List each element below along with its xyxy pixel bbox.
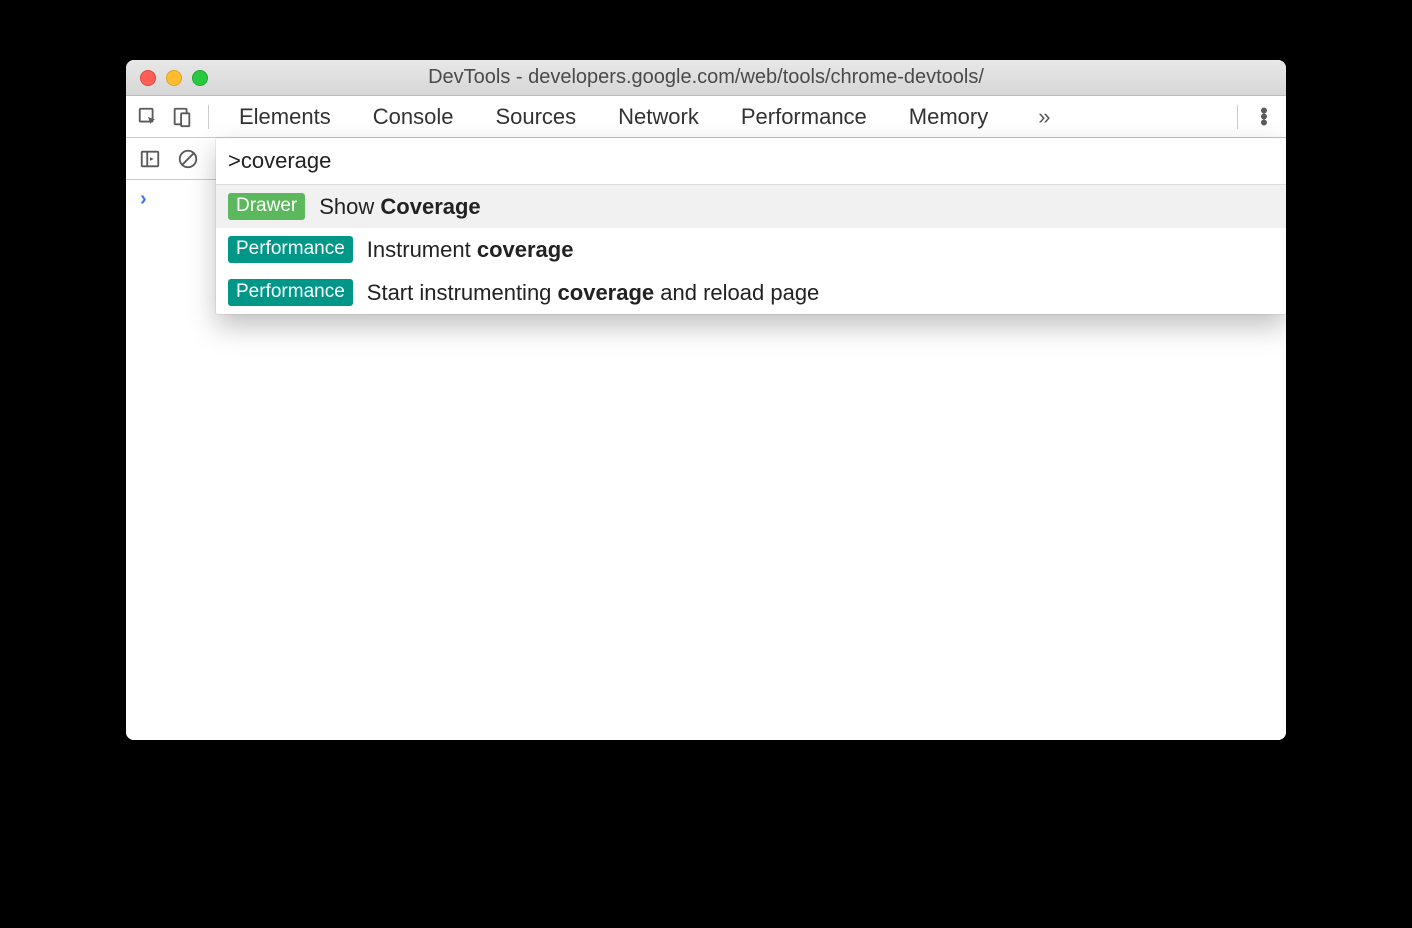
tab-performance[interactable]: Performance (741, 104, 867, 130)
command-result-item[interactable]: Performance Start instrumenting coverage… (216, 271, 1286, 314)
command-menu: >coverage Drawer Show Coverage Performan… (216, 138, 1286, 314)
tab-memory[interactable]: Memory (909, 104, 988, 130)
more-options-button[interactable]: ••• (1250, 108, 1278, 126)
maximize-window-button[interactable] (192, 70, 208, 86)
device-toggle-icon[interactable] (168, 103, 196, 131)
console-prompt-caret[interactable]: › (140, 188, 147, 210)
result-text: Show Coverage (319, 194, 480, 220)
result-category-badge: Drawer (228, 193, 305, 220)
result-category-badge: Performance (228, 236, 353, 263)
minimize-window-button[interactable] (166, 70, 182, 86)
result-text: Start instrumenting coverage and reload … (367, 280, 820, 306)
toolbar-separator (208, 105, 209, 129)
close-window-button[interactable] (140, 70, 156, 86)
window-title: DevTools - developers.google.com/web/too… (126, 66, 1286, 89)
toolbar-separator (1237, 105, 1238, 129)
traffic-lights (140, 70, 208, 86)
devtools-window: DevTools - developers.google.com/web/too… (126, 60, 1286, 740)
tabs-overflow-button[interactable]: » (1030, 104, 1058, 130)
tab-sources[interactable]: Sources (495, 104, 576, 130)
result-category-badge: Performance (228, 279, 353, 306)
inspect-element-icon[interactable] (134, 103, 162, 131)
command-menu-results: Drawer Show Coverage Performance Instrum… (216, 185, 1286, 314)
command-menu-query: >coverage (228, 148, 331, 173)
command-result-item[interactable]: Drawer Show Coverage (216, 185, 1286, 228)
window-titlebar: DevTools - developers.google.com/web/too… (126, 60, 1286, 96)
command-result-item[interactable]: Performance Instrument coverage (216, 228, 1286, 271)
main-toolbar: Elements Console Sources Network Perform… (126, 96, 1286, 138)
console-sidebar-toggle-icon[interactable] (136, 145, 164, 173)
tab-console[interactable]: Console (373, 104, 454, 130)
command-menu-input[interactable]: >coverage (216, 138, 1286, 185)
tab-network[interactable]: Network (618, 104, 699, 130)
tab-elements[interactable]: Elements (239, 104, 331, 130)
panel-tabs: Elements Console Sources Network Perform… (239, 104, 1225, 130)
result-text: Instrument coverage (367, 237, 574, 263)
clear-console-icon[interactable] (174, 145, 202, 173)
